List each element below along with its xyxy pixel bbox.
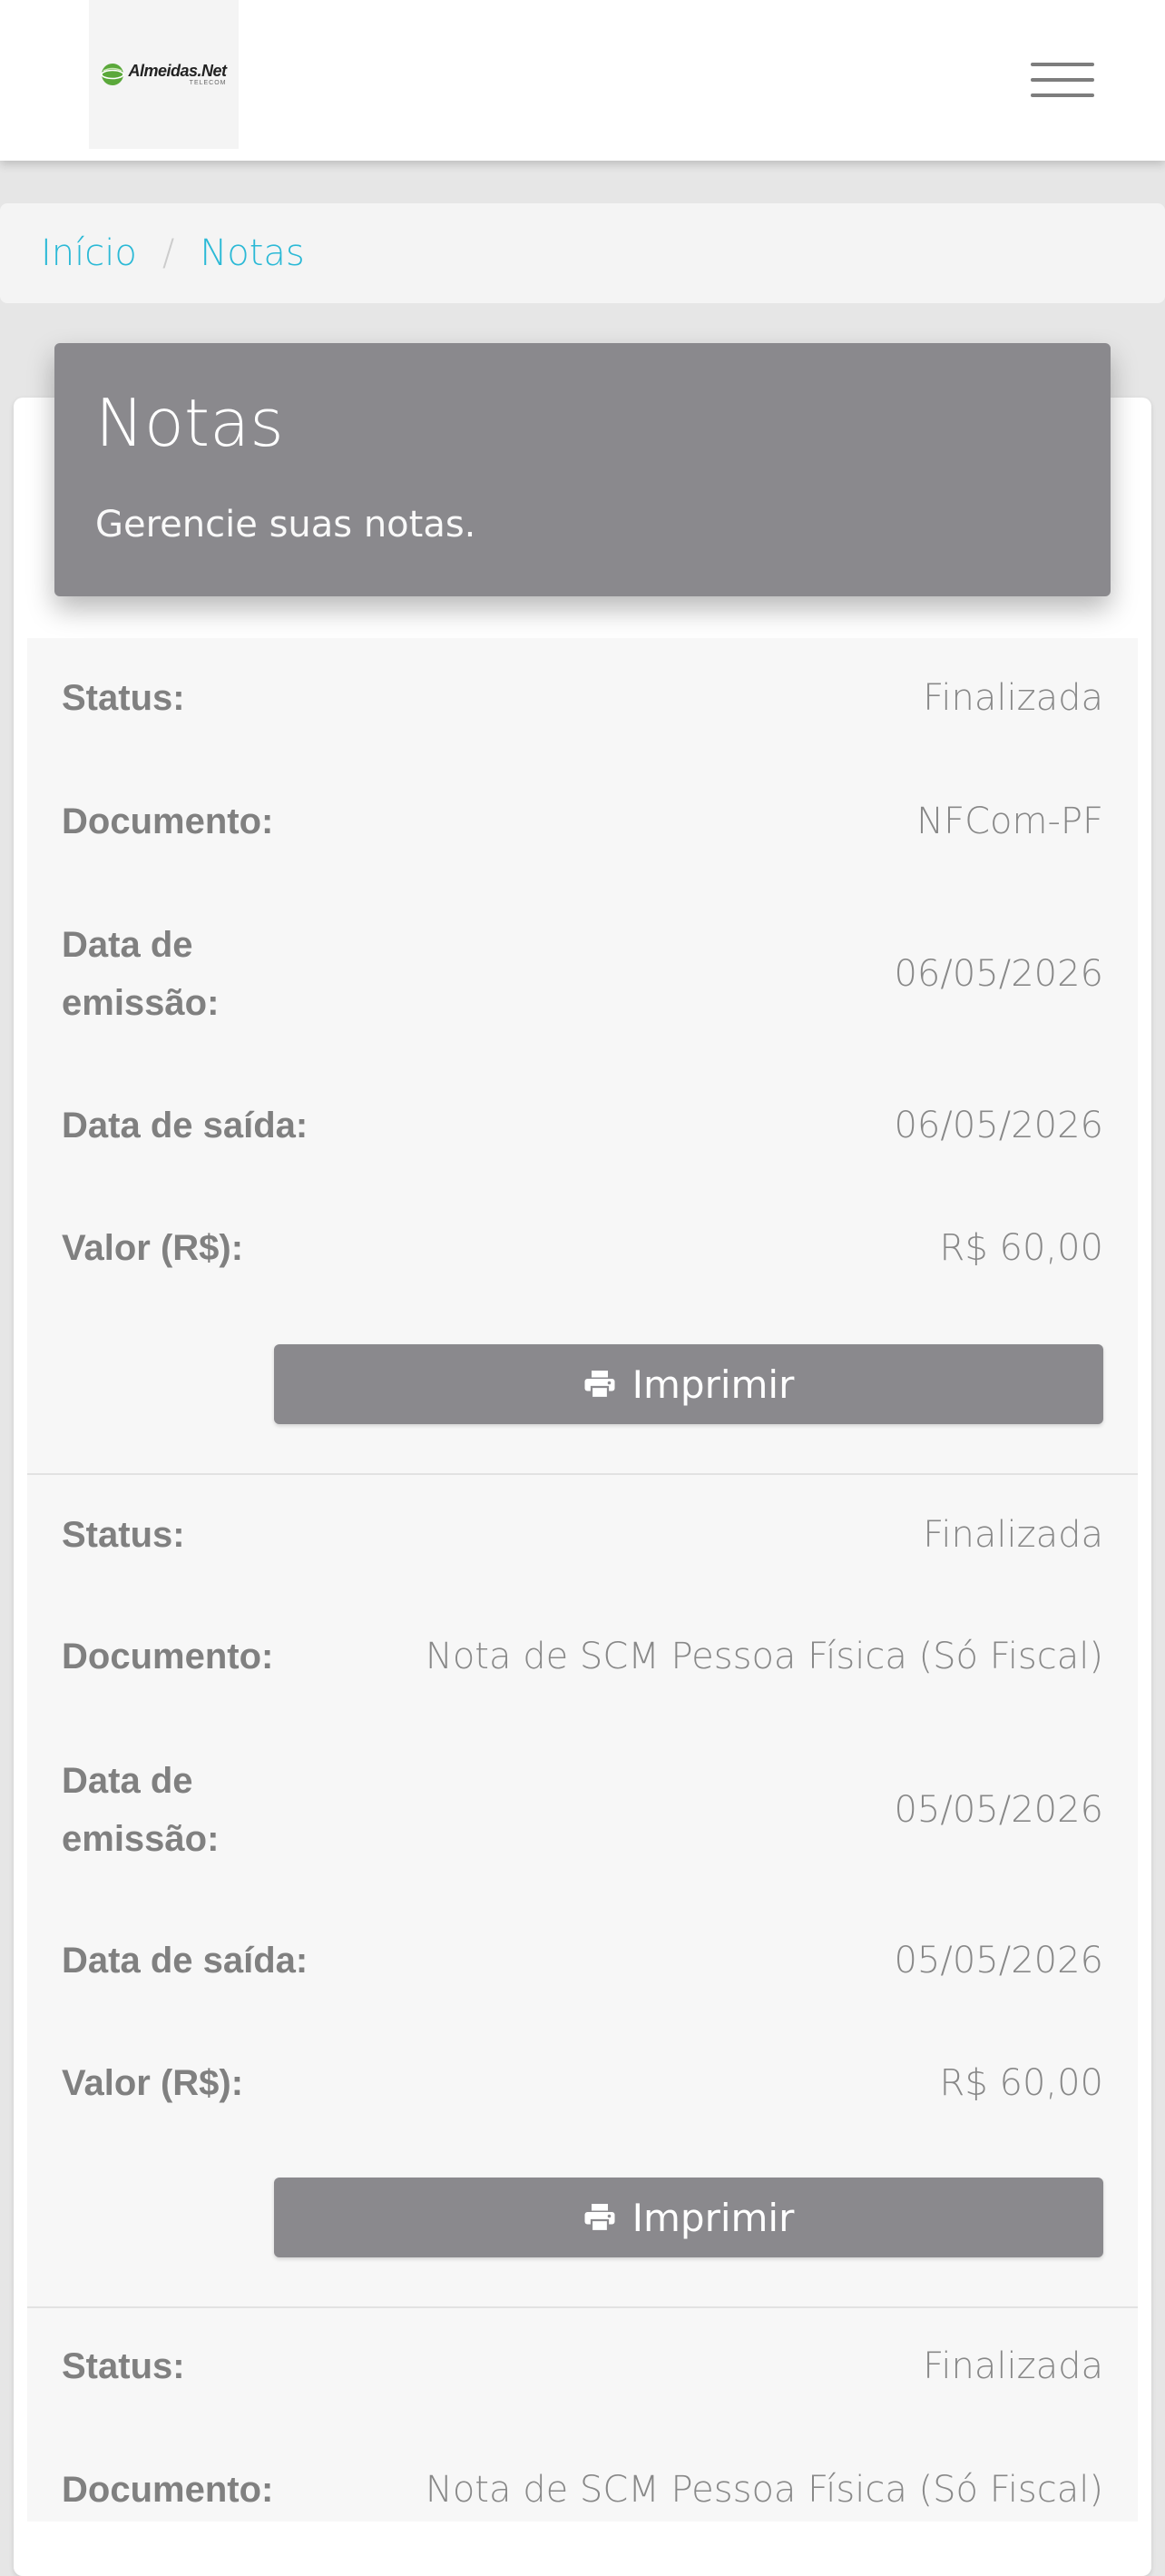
documento-label: Documento: (62, 1637, 274, 1676)
page-title: Notas (95, 385, 284, 461)
breadcrumb-current-link[interactable]: Notas (200, 232, 304, 274)
globe-logo-icon (101, 64, 125, 85)
data-saida-label: Data de saída: (62, 1941, 308, 1981)
documento-value: Nota de SCM Pessoa Física (Só Fiscal) (425, 2469, 1103, 2511)
breadcrumb: Início / Notas (0, 203, 1165, 303)
documento-row: Documento: NFCom-PF (62, 792, 1103, 850)
valor-row: Valor (R$): R$ 60,00 (62, 2054, 1103, 2112)
data-emissao-label: Data de emissão: (62, 1761, 220, 1859)
documento-row: Documento: Nota de SCM Pessoa Física (Só… (62, 1627, 1103, 1686)
status-row: Status: Finalizada (62, 669, 1103, 727)
valor-value: R$ 60,00 (939, 1227, 1103, 1269)
status-label: Status: (62, 2346, 185, 2386)
documento-value: NFCom-PF (916, 801, 1103, 842)
data-emissao-row: Data de emissão: 05/05/2026 (62, 1752, 1103, 1868)
documento-label: Documento: (62, 801, 274, 841)
data-emissao-label: Data de emissão: (62, 925, 220, 1023)
documento-label: Documento: (62, 2470, 274, 2510)
print-button-label: Imprimir (631, 2195, 795, 2240)
status-value: Finalizada (923, 2345, 1103, 2387)
note-item: Status: Finalizada Documento: Nota de SC… (27, 2308, 1138, 2522)
data-saida-value: 06/05/2026 (894, 1105, 1103, 1146)
valor-value: R$ 60,00 (939, 2062, 1103, 2104)
data-emissao-value: 06/05/2026 (894, 953, 1103, 995)
hamburger-menu-icon[interactable] (1025, 57, 1100, 103)
documento-value: Nota de SCM Pessoa Física (Só Fiscal) (425, 1636, 1103, 1677)
status-value: Finalizada (923, 1514, 1103, 1556)
valor-row: Valor (R$): R$ 60,00 (62, 1219, 1103, 1277)
logo-subtitle: TELECOM (189, 80, 227, 86)
logo-mark: Almeidas.Net TELECOM (101, 62, 227, 86)
brand-logo[interactable]: Almeidas.Net TELECOM (89, 0, 239, 149)
data-emissao-value: 05/05/2026 (894, 1789, 1103, 1831)
status-value: Finalizada (923, 677, 1103, 719)
data-saida-label: Data de saída: (62, 1106, 308, 1145)
breadcrumb-home-link[interactable]: Início (41, 232, 137, 274)
printer-icon (584, 2204, 615, 2233)
card-header: Notas Gerencie suas notas. (54, 343, 1111, 596)
printer-icon (584, 1371, 615, 1400)
note-item: Status: Finalizada Documento: NFCom-PF D… (27, 638, 1138, 1476)
print-button[interactable]: Imprimir (274, 1344, 1103, 1424)
status-label: Status: (62, 678, 185, 718)
status-row: Status: Finalizada (62, 2337, 1103, 2395)
valor-label: Valor (R$): (62, 1228, 244, 1268)
breadcrumb-separator: / (162, 232, 175, 274)
data-saida-row: Data de saída: 05/05/2026 (62, 1932, 1103, 1990)
logo-name: Almeidas.Net (128, 62, 227, 80)
status-row: Status: Finalizada (62, 1506, 1103, 1564)
data-saida-row: Data de saída: 06/05/2026 (62, 1096, 1103, 1155)
note-item: Status: Finalizada Documento: Nota de SC… (27, 1475, 1138, 2309)
data-emissao-row: Data de emissão: 06/05/2026 (62, 916, 1103, 1032)
status-label: Status: (62, 1515, 185, 1555)
data-saida-value: 05/05/2026 (894, 1940, 1103, 1981)
print-button-label: Imprimir (631, 1362, 795, 1407)
page-subtitle: Gerencie suas notas. (95, 504, 476, 546)
valor-label: Valor (R$): (62, 2063, 244, 2103)
print-button[interactable]: Imprimir (274, 2178, 1103, 2257)
top-navbar: Almeidas.Net TELECOM (0, 0, 1165, 161)
documento-row: Documento: Nota de SCM Pessoa Física (Só… (62, 2461, 1103, 2519)
